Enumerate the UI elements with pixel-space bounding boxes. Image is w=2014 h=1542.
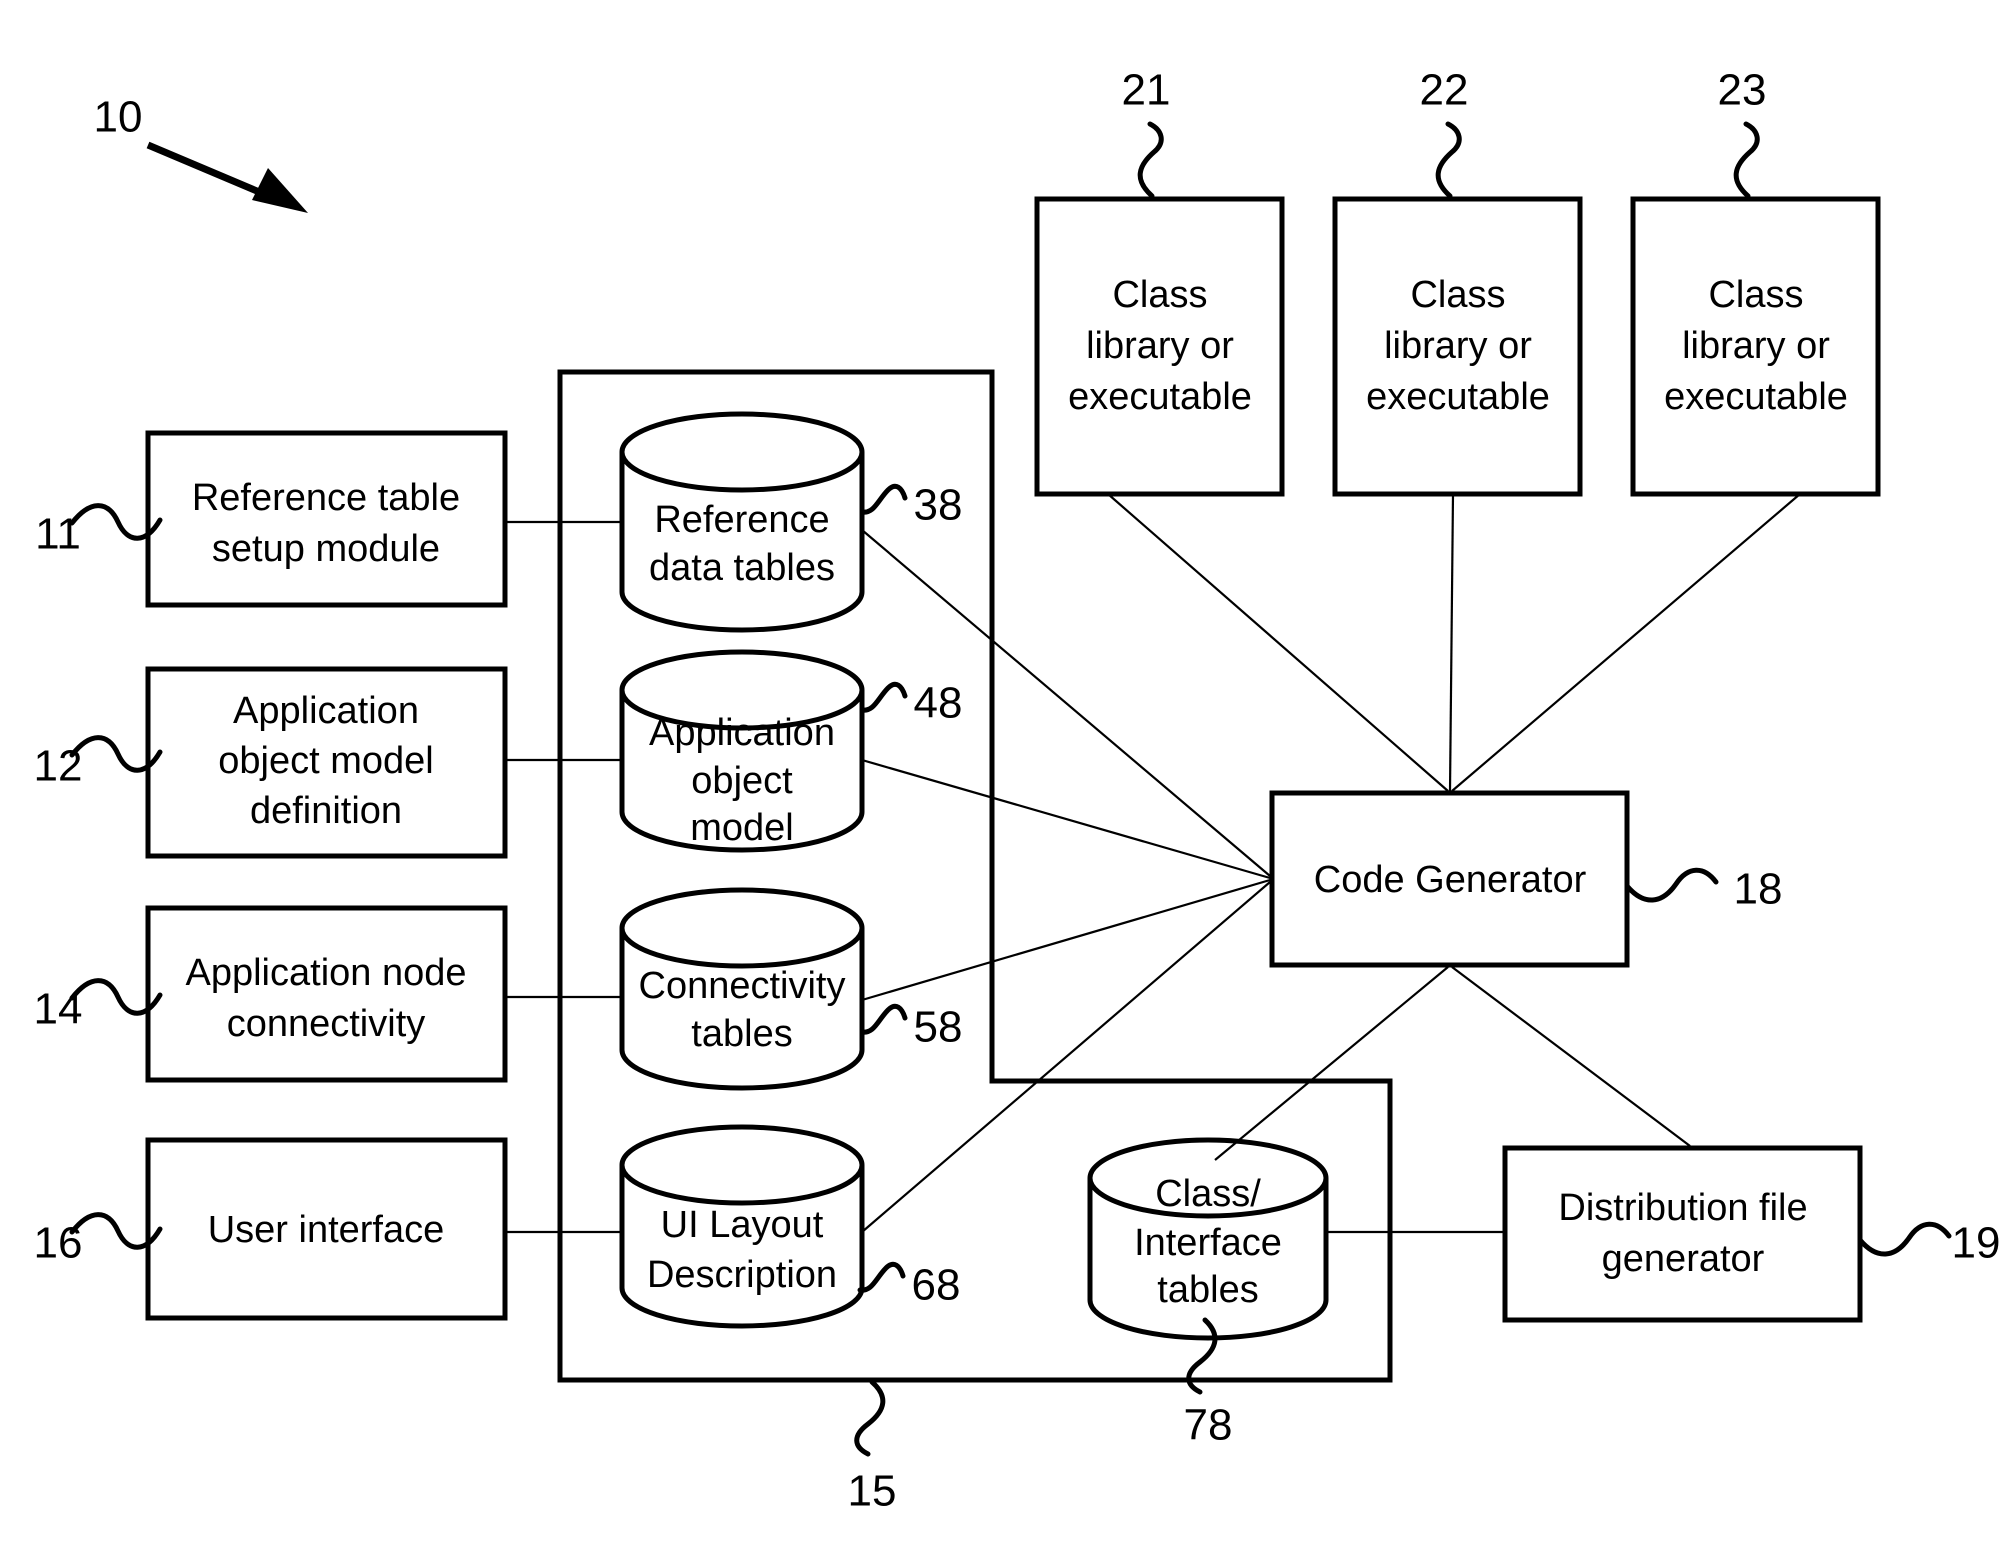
code-generator[interactable]: Code Generator	[1269, 790, 1630, 968]
connector-22-codegen	[1448, 493, 1455, 792]
datastore-label-line: Application	[649, 712, 835, 754]
numeral-19: 19	[1952, 1219, 2001, 1268]
class-library-label-line: executable	[1366, 376, 1550, 418]
leader-squiggle-21	[1137, 121, 1164, 199]
class-library-label-line: executable	[1068, 376, 1252, 418]
application-node-connectivity[interactable]: Application node connectivity	[145, 905, 508, 1083]
class-library-label-line: library or	[1384, 325, 1532, 367]
application-object-model[interactable]: Application object model	[619, 649, 865, 853]
datastore-label-line: tables	[1157, 1269, 1258, 1311]
numeral-78: 78	[1184, 1401, 1233, 1450]
class-library-3[interactable]: Class library or executable	[1630, 196, 1881, 497]
leader-squiggle-68	[857, 1261, 906, 1293]
connector-codegen-19	[1451, 966, 1691, 1147]
leader-squiggle-15	[854, 1379, 886, 1457]
datastore-label-line: Reference	[654, 499, 829, 541]
class-interface-tables[interactable]: Class/ Interface tables	[1087, 1137, 1329, 1341]
connectivity-tables[interactable]: Connectivity tables	[619, 887, 865, 1091]
leader-squiggle-48	[859, 681, 908, 713]
datastore-label-line: UI Layout	[661, 1204, 824, 1246]
module-label-line: Reference table	[192, 477, 460, 519]
connector-58-codegen	[861, 878, 1271, 1002]
figure-reference-arrow	[146, 141, 308, 213]
reference-table-setup-module[interactable]: Reference table setup module	[145, 430, 508, 608]
numeral-23: 23	[1718, 66, 1767, 115]
diagram-canvas: 10 Reference table setup module 11 Appli…	[0, 0, 2014, 1542]
connector-48-codegen	[861, 758, 1271, 880]
user-interface[interactable]: User interface	[145, 1137, 508, 1321]
module-label-line: connectivity	[227, 1003, 426, 1045]
numeral-68: 68	[912, 1261, 961, 1310]
numeral-15: 15	[848, 1467, 897, 1516]
numeral-48: 48	[914, 679, 963, 728]
numeral-58: 58	[914, 1003, 963, 1052]
class-library-label-line: library or	[1086, 325, 1234, 367]
numeral-38: 38	[914, 481, 963, 530]
datastore-label-line: Class/	[1155, 1173, 1261, 1215]
leader-squiggle-18	[1624, 867, 1719, 903]
application-object-model-definition[interactable]: Application object model definition	[145, 666, 508, 859]
ui-layout-description[interactable]: UI Layout Description	[619, 1124, 865, 1329]
class-library-label-line: executable	[1664, 376, 1848, 418]
numeral-12: 12	[34, 742, 83, 791]
numeral-11: 11	[35, 510, 81, 559]
datastore-label-line: data tables	[649, 547, 835, 589]
connector-21-codegen	[1107, 493, 1449, 792]
numeral-18: 18	[1734, 865, 1783, 914]
datastore-label-line: Interface	[1134, 1222, 1282, 1264]
module-label-line: User interface	[208, 1209, 445, 1251]
numeral-10: 10	[94, 93, 143, 142]
class-library-label-line: Class	[1410, 274, 1505, 316]
class-library-label-line: Class	[1112, 274, 1207, 316]
leader-squiggle-38	[859, 483, 908, 515]
connector-23-codegen	[1451, 493, 1801, 792]
module-label-line: setup module	[212, 528, 440, 570]
module-label-line: Application node	[186, 952, 467, 994]
datastore-label-line: Connectivity	[639, 965, 846, 1007]
dist-gen-label-line: Distribution file	[1558, 1187, 1807, 1229]
datastore-label-line: tables	[691, 1013, 792, 1055]
class-library-label-line: Class	[1708, 274, 1803, 316]
datastore-label-line: model	[690, 807, 794, 849]
patent-figure-svg: 10 Reference table setup module 11 Appli…	[34, 66, 2001, 1516]
numeral-21: 21	[1122, 66, 1171, 115]
module-label-line: definition	[250, 790, 402, 832]
code-generator-label: Code Generator	[1314, 859, 1587, 901]
class-library-label-line: library or	[1682, 325, 1830, 367]
datastore-label-line: Description	[647, 1254, 837, 1296]
leader-squiggle-19	[1857, 1221, 1952, 1257]
module-label-line: Application	[233, 690, 419, 732]
datastore-label-line: object	[691, 760, 793, 802]
leader-squiggle-58	[859, 1003, 908, 1035]
class-library-1[interactable]: Class library or executable	[1034, 196, 1285, 497]
leader-squiggle-23	[1733, 121, 1760, 199]
leader-squiggle-22	[1435, 121, 1462, 199]
numeral-14: 14	[34, 985, 83, 1034]
class-library-2[interactable]: Class library or executable	[1332, 196, 1583, 497]
dist-gen-label-line: generator	[1602, 1238, 1765, 1280]
reference-data-tables[interactable]: Reference data tables	[619, 411, 865, 633]
numeral-16: 16	[34, 1219, 83, 1268]
distribution-file-generator[interactable]: Distribution file generator	[1502, 1145, 1863, 1323]
numeral-22: 22	[1420, 66, 1469, 115]
connector-codegen-78	[1214, 966, 1449, 1161]
module-label-line: object model	[218, 740, 433, 782]
